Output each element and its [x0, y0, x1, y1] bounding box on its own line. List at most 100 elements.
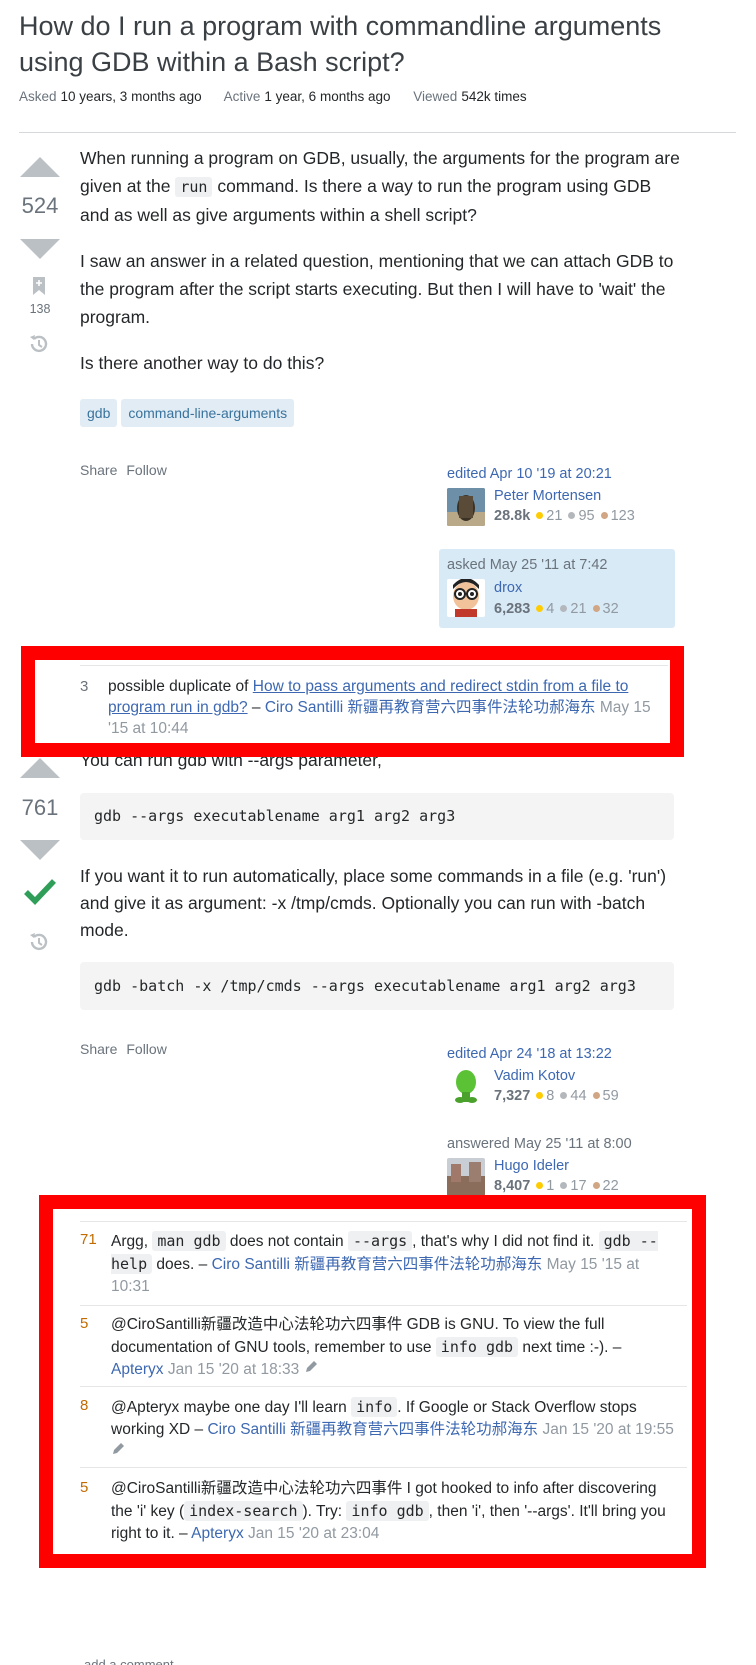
silver-badge-icon — [560, 1091, 568, 1099]
comment-divider — [80, 665, 668, 666]
history-icon[interactable] — [28, 333, 50, 360]
edited-time[interactable]: edited Apr 24 '18 at 13:22 — [447, 1046, 677, 1062]
asked-label: Asked — [19, 89, 57, 104]
asked-time[interactable]: asked May 25 '11 at 7:42 — [447, 557, 608, 573]
follow-link[interactable]: Follow — [126, 1041, 166, 1057]
bronze-badge-icon — [600, 511, 608, 519]
highlight-frame: 71 Argg, man gdb does not contain --args… — [39, 1195, 706, 1568]
silver-badge-icon — [568, 511, 576, 519]
silver-badge-icon — [560, 604, 568, 612]
gold-badge-count: 1 — [546, 1178, 555, 1194]
comment-divider — [80, 1305, 687, 1306]
question-body: When running a program on GDB, usually, … — [80, 144, 680, 377]
comment-divider — [80, 1467, 687, 1468]
silver-badge-count: 44 — [570, 1088, 587, 1104]
comment-user[interactable]: Ciro Santilli 新疆再教育营六四事件法轮功郝海东 — [212, 1256, 543, 1273]
answered-time[interactable]: answered May 25 '11 at 8:00 — [447, 1136, 677, 1152]
follow-link[interactable]: Follow — [126, 462, 166, 478]
comment-dash: – — [247, 699, 265, 716]
history-icon[interactable] — [28, 931, 50, 958]
answer-editor-signature: edited Apr 24 '18 at 13:22 Vadim Kotov 7… — [447, 1046, 677, 1106]
add-comment-link[interactable]: add a comment — [84, 1657, 174, 1665]
share-link[interactable]: Share — [80, 462, 117, 478]
answer-comment-3: @Apteryx maybe one day I'll learn info. … — [111, 1396, 677, 1463]
answer-upvote-icon[interactable] — [20, 758, 60, 778]
answer-vote-count: 761 — [21, 795, 59, 820]
reputation: 7,327 — [494, 1088, 531, 1104]
question-editor-signature: edited Apr 10 '19 at 20:21 Peter Mortens… — [447, 466, 677, 526]
viewed-value: 542k times — [461, 89, 527, 104]
answer-comment-1: Argg, man gdb does not contain --args, t… — [111, 1230, 677, 1298]
user-name[interactable]: Peter Mortensen — [494, 488, 635, 504]
bronze-badge-icon — [592, 1181, 600, 1189]
inline-code: index-search — [184, 1501, 303, 1521]
comment-text: , that's why I did not find it. — [412, 1233, 599, 1250]
user-name[interactable]: Hugo Ideler — [494, 1158, 619, 1174]
bronze-badge-count: 123 — [610, 508, 635, 524]
question-downvote-icon[interactable] — [20, 239, 60, 259]
reputation: 6,283 — [494, 601, 531, 617]
gold-badge-icon — [536, 1091, 544, 1099]
question-vote-count: 524 — [21, 193, 59, 218]
inline-code: man gdb — [152, 1231, 226, 1251]
comment-divider — [80, 1386, 687, 1387]
gold-badge-icon — [536, 1181, 544, 1189]
comment-date[interactable]: Jan 15 '20 at 18:33 — [164, 1361, 299, 1378]
share-link[interactable]: Share — [80, 1041, 117, 1057]
question-comment: possible duplicate of How to pass argume… — [108, 676, 668, 739]
comment-text: does. – — [152, 1256, 212, 1273]
asked-value: 10 years, 3 months ago — [60, 89, 202, 104]
silver-badge-count: 95 — [578, 508, 595, 524]
tag-gdb[interactable]: gdb — [80, 399, 118, 427]
comment-text: possible duplicate of — [108, 678, 253, 695]
accepted-check-icon — [24, 876, 56, 911]
gold-badge-count: 21 — [546, 508, 563, 524]
highlight-frame: 3 possible duplicate of How to pass argu… — [21, 646, 684, 757]
code-block-1: gdb --args executablename arg1 arg2 arg3 — [80, 793, 674, 840]
avatar[interactable] — [447, 488, 485, 526]
active-value[interactable]: 1 year, 6 months ago — [264, 89, 390, 104]
silver-badge-icon — [560, 1181, 568, 1189]
comment-score: 5 — [80, 1315, 89, 1332]
active-label: Active — [223, 89, 261, 104]
comment-text: ). Try: — [302, 1503, 347, 1520]
bronze-badge-count: 32 — [602, 601, 619, 617]
comment-text: Argg, — [111, 1233, 153, 1250]
answer-paragraph-2: If you want it to run automatically, pla… — [80, 866, 667, 940]
user-name[interactable]: Vadim Kotov — [494, 1068, 619, 1084]
tag-command-line-arguments[interactable]: command-line-arguments — [121, 399, 295, 427]
viewed-label: Viewed — [413, 89, 458, 104]
question-upvote-icon[interactable] — [20, 157, 60, 177]
avatar[interactable] — [447, 1158, 485, 1196]
inline-code: info — [351, 1397, 398, 1417]
comment-text: does not contain — [225, 1233, 348, 1250]
comment-user[interactable]: Apteryx — [191, 1525, 244, 1542]
comment-user[interactable]: Ciro Santilli 新疆再教育营六四事件法轮功郝海东 — [265, 699, 596, 716]
question-paragraph-2: I saw an answer in a related question, m… — [80, 251, 674, 327]
avatar[interactable] — [447, 579, 485, 617]
comment-score: 3 — [80, 678, 89, 695]
gold-badge-count: 8 — [546, 1088, 555, 1104]
comment-score: 8 — [80, 1397, 89, 1414]
reputation: 28.8k — [494, 508, 531, 524]
comment-user[interactable]: Ciro Santilli 新疆再教育营六四事件法轮功郝海东 — [207, 1421, 538, 1438]
answer-downvote-icon[interactable] — [20, 840, 60, 860]
edited-pencil-icon — [304, 1359, 318, 1381]
comment-score: 5 — [80, 1479, 89, 1496]
bronze-badge-icon — [592, 604, 600, 612]
inline-code: info gdb — [346, 1501, 429, 1521]
silver-badge-count: 17 — [570, 1178, 587, 1194]
avatar[interactable] — [447, 1068, 485, 1106]
question-title[interactable]: How do I run a program with commandline … — [19, 8, 719, 80]
code-block-2: gdb -batch -x /tmp/cmds --args executabl… — [80, 962, 674, 1010]
comment-text: next time :-). – — [518, 1339, 622, 1356]
inline-code: info gdb — [435, 1337, 519, 1357]
comment-date[interactable]: Jan 15 '20 at 19:55 — [538, 1421, 673, 1438]
answer-comment-2: @CiroSantilli新疆改造中心法轮功六四事件 GDB is GNU. T… — [111, 1314, 677, 1381]
tag-list: gdb command-line-arguments — [80, 399, 298, 427]
bookmark-icon[interactable] — [31, 276, 47, 301]
edited-time[interactable]: edited Apr 10 '19 at 20:21 — [447, 466, 677, 482]
comment-user[interactable]: Apteryx — [111, 1361, 164, 1378]
comment-date[interactable]: Jan 15 '20 at 23:04 — [244, 1525, 379, 1542]
user-name[interactable]: drox — [494, 580, 522, 596]
